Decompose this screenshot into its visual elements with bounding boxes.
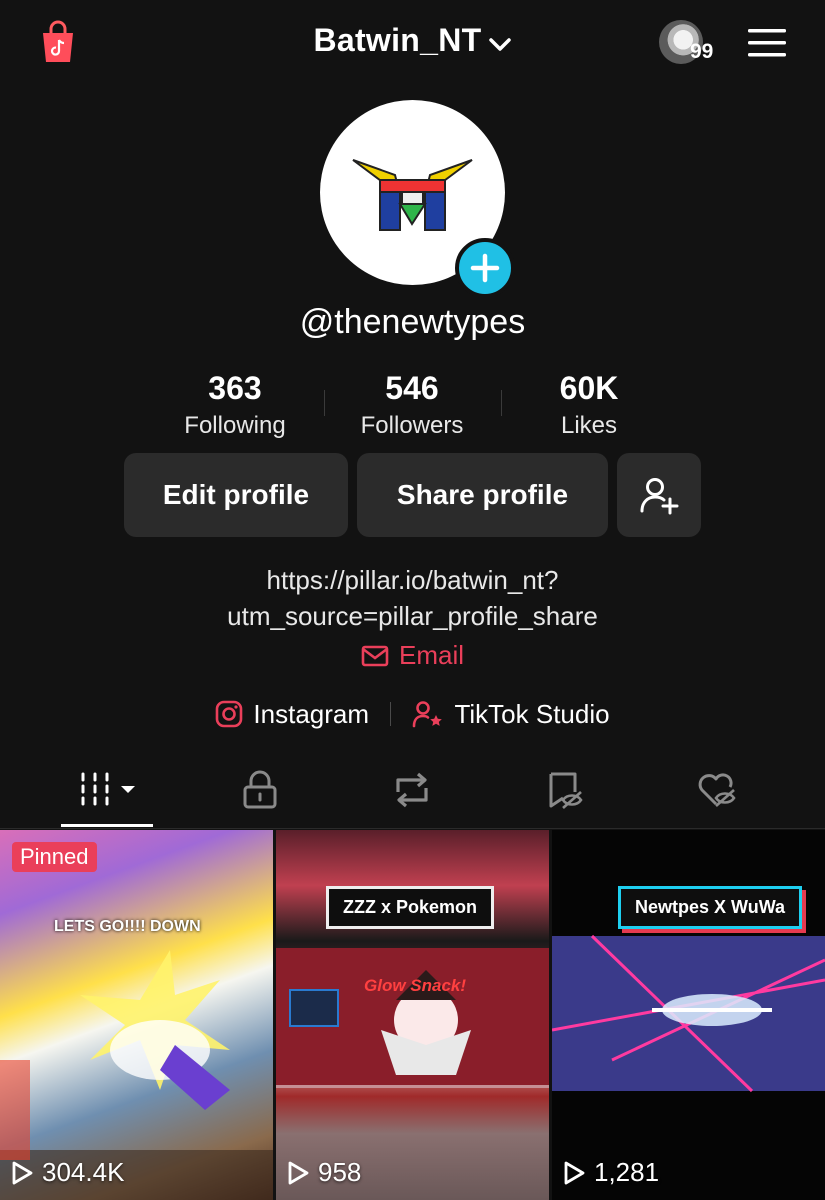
liked-hidden-icon <box>698 773 736 807</box>
stat-label: Likes <box>560 412 618 439</box>
menu-icon[interactable] <box>748 28 786 58</box>
stat-label: Following <box>184 412 286 439</box>
edit-profile-button[interactable]: Edit profile <box>124 453 348 537</box>
profile-links: Instagram TikTok Studio <box>0 697 825 730</box>
stat-followers[interactable]: 546 Followers <box>327 370 497 440</box>
tiktok-studio-label: TikTok Studio <box>454 698 610 729</box>
person-star-icon <box>413 701 443 728</box>
mail-icon <box>361 645 389 666</box>
stat-label: Followers <box>360 412 464 439</box>
divider <box>390 702 392 727</box>
plus-icon <box>470 253 500 283</box>
tab-private[interactable] <box>225 768 295 812</box>
stat-following[interactable]: 363 Following <box>150 370 320 440</box>
add-user-icon <box>640 478 679 515</box>
stat-value: 546 <box>385 370 439 406</box>
divider <box>501 390 502 416</box>
pinned-badge: Pinned <box>12 842 97 872</box>
view-count: 304.4K <box>10 1157 124 1188</box>
instagram-link[interactable]: Instagram <box>215 699 369 730</box>
video-caption: Newtpes X WuWa <box>618 886 803 929</box>
play-icon <box>564 1161 585 1184</box>
video-thumbnail[interactable]: ZZZ x Pokemon Glow Snack! 958 <box>276 830 549 1200</box>
add-friend-button[interactable] <box>617 453 701 537</box>
repost-icon <box>396 772 428 808</box>
bio-link-line: utm_source=pillar_profile_share <box>227 601 598 631</box>
view-count-value: 1,281 <box>594 1157 660 1187</box>
grid-icon <box>81 772 135 806</box>
video-caption: LETS GO!!!! DOWN <box>54 918 201 935</box>
view-count-value: 958 <box>318 1157 362 1187</box>
stat-likes[interactable]: 60K Likes <box>504 370 674 440</box>
divider <box>0 828 825 829</box>
share-profile-button[interactable]: Share profile <box>357 453 608 537</box>
play-icon <box>288 1161 309 1184</box>
notification-count: 99 <box>690 40 714 63</box>
active-tab-indicator <box>61 824 153 827</box>
bio-link[interactable]: https://pillar.io/batwin_nt? utm_source=… <box>0 562 825 634</box>
play-icon <box>12 1161 33 1184</box>
bookmark-hidden-icon <box>549 772 583 809</box>
view-count: 1,281 <box>562 1157 659 1188</box>
tab-reposts[interactable] <box>377 768 447 812</box>
video-caption: Glow Snack! <box>364 976 467 995</box>
tab-liked[interactable] <box>683 768 753 812</box>
email-link[interactable]: Email <box>0 640 825 674</box>
bio-link-line: https://pillar.io/batwin_nt? <box>266 565 559 595</box>
stat-value: 363 <box>208 370 262 406</box>
add-photo-button[interactable] <box>455 238 515 298</box>
username-title: Batwin_NT <box>313 22 482 58</box>
email-label: Email <box>398 640 464 670</box>
tab-favorites[interactable] <box>530 768 600 812</box>
tab-videos[interactable] <box>72 768 142 812</box>
profile-handle: @thenewtypes <box>299 303 526 341</box>
view-count: 958 <box>286 1157 361 1188</box>
stat-value: 60K <box>559 370 619 406</box>
lock-icon <box>243 770 277 809</box>
view-count-value: 304.4K <box>42 1157 125 1187</box>
divider <box>324 390 325 416</box>
instagram-label: Instagram <box>253 698 370 729</box>
video-thumbnail[interactable]: Pinned LETS GO!!!! DOWN 304.4K <box>0 830 273 1200</box>
video-caption: ZZZ x Pokemon <box>326 886 495 929</box>
chevron-down-icon <box>488 24 512 61</box>
video-thumbnail[interactable]: Newtpes X WuWa 1,281 <box>552 830 825 1200</box>
instagram-icon <box>216 700 243 728</box>
tiktok-studio-link[interactable]: TikTok Studio <box>412 698 610 730</box>
